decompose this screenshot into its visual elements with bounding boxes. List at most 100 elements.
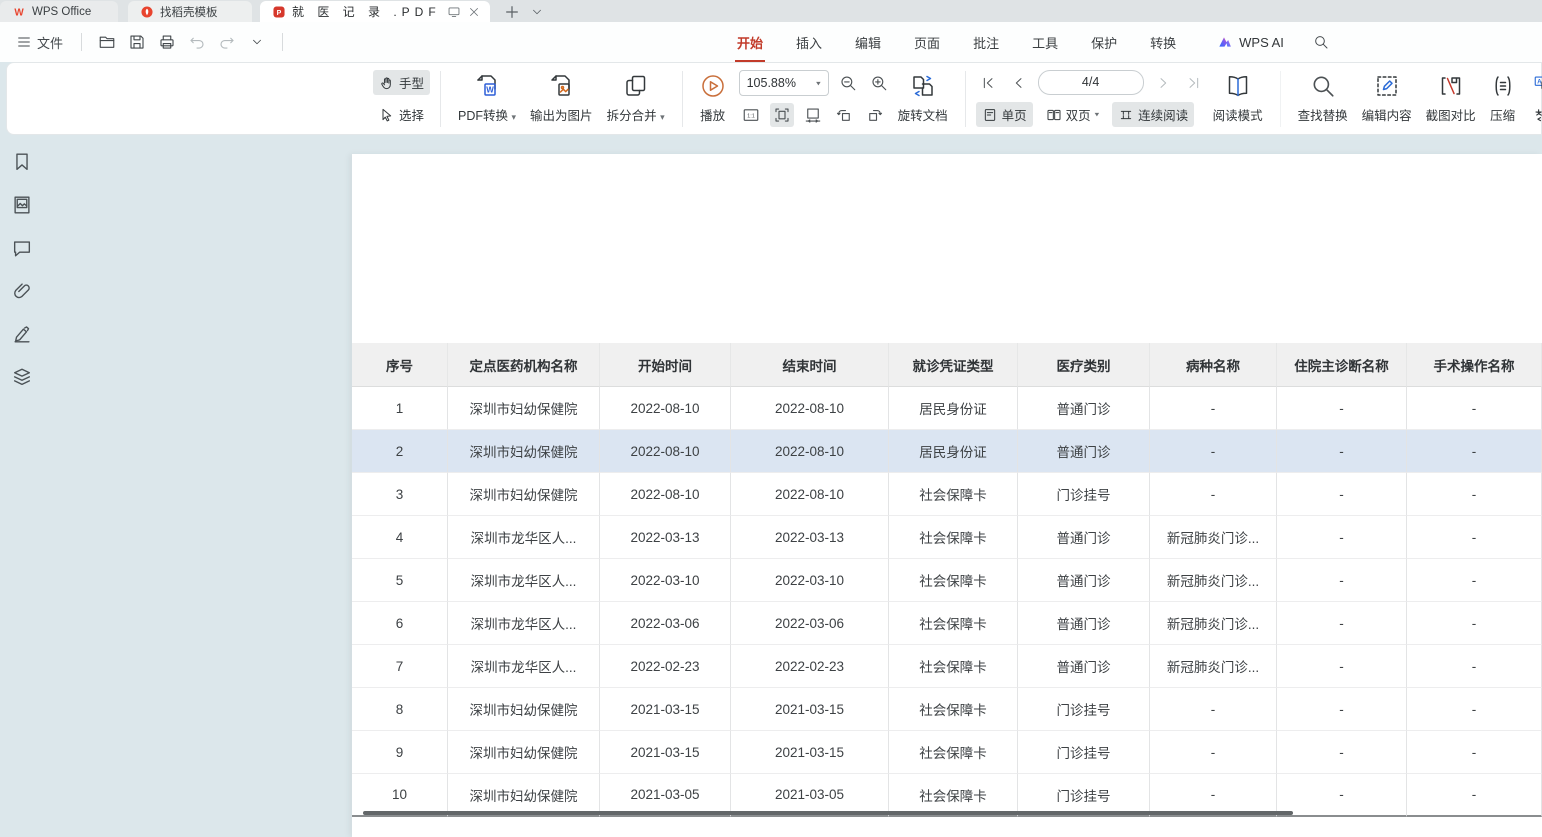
tab-edit[interactable]: 编辑 (853, 29, 883, 56)
table-cell: 4 (352, 516, 448, 559)
first-page-icon (980, 75, 996, 91)
undo-button[interactable] (184, 30, 210, 54)
search-icon[interactable] (1313, 34, 1329, 50)
hand-icon (379, 75, 395, 91)
play-circle-icon (700, 73, 726, 99)
split-merge-button[interactable]: 拆分合并 ▾ (600, 70, 672, 127)
horizontal-scrollbar[interactable] (363, 811, 1293, 815)
zoom-level-dropdown[interactable]: 105.88% ▾ (739, 70, 829, 96)
comments-panel-button[interactable] (10, 236, 34, 260)
reading-mode-button[interactable]: 阅读模式 (1206, 70, 1270, 127)
split-merge-icon (623, 73, 649, 99)
tab-insert[interactable]: 插入 (794, 29, 824, 56)
last-page-button[interactable] (1182, 71, 1206, 95)
table-cell: 2022-08-10 (600, 387, 731, 430)
quickbar-more-button[interactable] (244, 30, 270, 54)
tab-label: 找稻壳模板 (160, 4, 218, 20)
table-cell: 深圳市妇幼保健院 (448, 688, 600, 731)
compress-icon (1490, 73, 1516, 99)
table-cell: 6 (352, 602, 448, 645)
tab-annotate[interactable]: 批注 (971, 29, 1001, 56)
document-workspace: 序号定点医药机构名称开始时间结束时间就诊凭证类型医疗类别病种名称住院主诊断名称手… (0, 136, 1542, 837)
open-file-button[interactable] (94, 30, 120, 54)
pdf-convert-button[interactable]: W PDF转换 ▾ (451, 70, 523, 127)
play-slideshow-button[interactable]: 播放 (693, 70, 733, 127)
table-cell: - (1407, 688, 1542, 731)
hand-tool-label: 手型 (399, 73, 424, 92)
page-number-input[interactable]: 4/4 (1038, 70, 1144, 95)
table-cell: 社会保障卡 (889, 688, 1018, 731)
compress-button[interactable]: 压缩 (1483, 70, 1523, 127)
table-cell: - (1150, 731, 1277, 774)
full-text-translate-button[interactable]: A 全文翻译 (1527, 70, 1542, 95)
table-cell: 深圳市妇幼保健院 (448, 387, 600, 430)
previous-page-button[interactable] (1007, 71, 1031, 95)
table-cell: 2021-03-15 (731, 731, 889, 774)
wps-ai-button[interactable]: WPS AI (1217, 34, 1284, 50)
tab-docer-templates[interactable]: 找稻壳模板 (128, 1, 252, 22)
present-screen-icon[interactable] (447, 5, 461, 19)
tab-list-chevron-icon[interactable] (530, 5, 544, 19)
tab-page[interactable]: 页面 (912, 29, 942, 56)
table-cell: 普通门诊 (1018, 430, 1150, 473)
close-tab-icon[interactable] (467, 5, 481, 19)
export-as-image-button[interactable]: 输出为图片 (523, 70, 600, 127)
tab-wps-office[interactable]: W WPS Office (0, 1, 118, 22)
select-tool-button[interactable]: 选择 (373, 102, 430, 127)
layers-panel-button[interactable] (10, 365, 34, 389)
next-page-button[interactable] (1151, 71, 1175, 95)
medical-records-table: 序号定点医药机构名称开始时间结束时间就诊凭证类型医疗类别病种名称住院主诊断名称手… (352, 343, 1542, 817)
bookmarks-panel-button[interactable] (10, 150, 34, 174)
screenshot-compare-icon (1438, 73, 1464, 99)
tab-home[interactable]: 开始 (735, 29, 765, 56)
table-cell: 门诊挂号 (1018, 473, 1150, 516)
table-cell: 9 (352, 731, 448, 774)
file-menu-button[interactable]: 文件 (10, 29, 69, 56)
hand-tool-button[interactable]: 手型 (373, 70, 430, 95)
table-row: 7深圳市龙华区人...2022-02-232022-02-23社会保障卡普通门诊… (352, 645, 1542, 688)
layers-icon (11, 366, 33, 388)
table-row: 2深圳市妇幼保健院2022-08-102022-08-10居民身份证普通门诊--… (352, 430, 1542, 473)
print-button[interactable] (154, 30, 180, 54)
tab-tools[interactable]: 工具 (1030, 29, 1060, 56)
screenshot-compare-button[interactable]: 截图对比 (1419, 70, 1483, 127)
redo-button[interactable] (214, 30, 240, 54)
table-cell: 深圳市妇幼保健院 (448, 430, 600, 473)
tab-convert[interactable]: 转换 (1148, 29, 1178, 56)
fit-width-button[interactable] (801, 103, 825, 127)
rotate-left-button[interactable] (832, 103, 856, 127)
first-page-button[interactable] (976, 71, 1000, 95)
svg-text:1:1: 1:1 (747, 114, 755, 120)
save-button[interactable] (124, 30, 150, 54)
table-cell: 深圳市龙华区人... (448, 516, 600, 559)
continuous-reading-button[interactable]: 连续阅读 (1112, 102, 1194, 127)
word-translate-button[interactable]: A 划词翻译 ▾ (1527, 102, 1542, 127)
edit-content-button[interactable]: 编辑内容 (1355, 70, 1419, 127)
table-cell: 深圳市龙华区人... (448, 602, 600, 645)
tab-medical-record-pdf[interactable]: P 就 医 记 录 .PDF (260, 1, 490, 22)
table-cell: 2022-02-23 (731, 645, 889, 688)
divider (81, 33, 82, 51)
table-cell: 7 (352, 645, 448, 688)
rotate-right-button[interactable] (863, 103, 887, 127)
thumbnails-panel-button[interactable] (10, 193, 34, 217)
double-page-view-button[interactable]: 双页 ▾ (1040, 102, 1106, 127)
table-cell: - (1407, 602, 1542, 645)
rotate-document-button[interactable]: 旋转文档 (891, 70, 955, 127)
signature-panel-button[interactable] (10, 322, 34, 346)
one-to-one-icon: 1:1 (742, 106, 760, 124)
new-tab-button[interactable] (504, 4, 520, 20)
fit-page-button[interactable] (770, 103, 794, 127)
single-page-view-button[interactable]: 单页 (976, 102, 1033, 127)
tab-protect[interactable]: 保护 (1089, 29, 1119, 56)
rotate-right-icon (866, 106, 884, 124)
zoom-out-button[interactable] (836, 71, 860, 95)
table-cell: 新冠肺炎门诊... (1150, 645, 1277, 688)
tab-label: 就 医 记 录 .PDF (292, 3, 441, 20)
table-cell: 2022-08-10 (731, 473, 889, 516)
actual-size-button[interactable]: 1:1 (739, 103, 763, 127)
zoom-in-button[interactable] (867, 71, 891, 95)
attachments-panel-button[interactable] (10, 279, 34, 303)
magnifier-minus-icon (839, 74, 857, 92)
find-replace-button[interactable]: 查找替换 (1291, 70, 1355, 127)
